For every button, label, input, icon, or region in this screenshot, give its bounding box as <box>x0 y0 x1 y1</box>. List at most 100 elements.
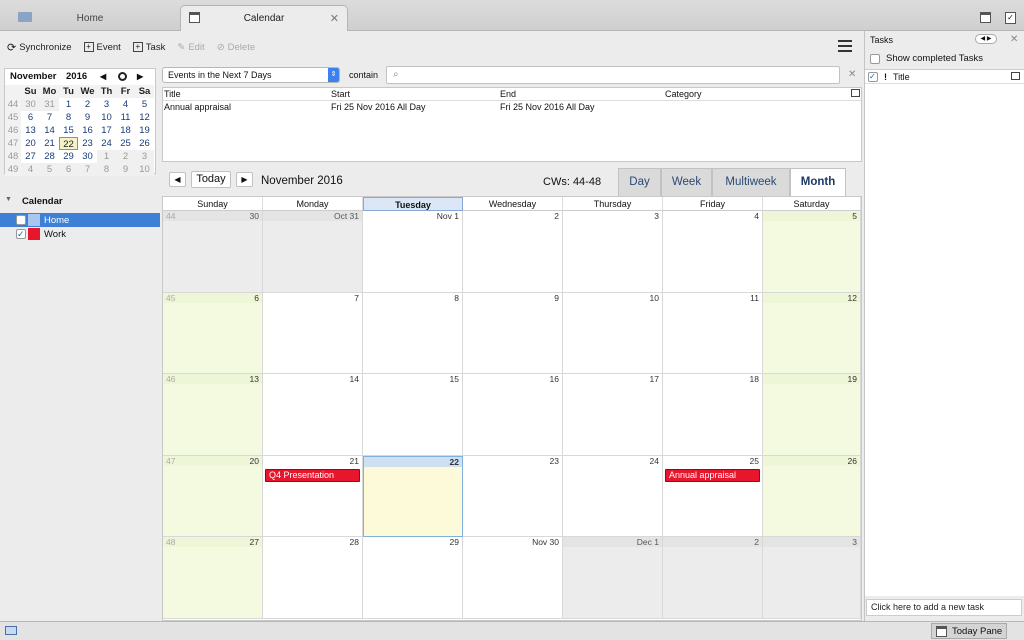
tab-multiweek[interactable]: Multiweek <box>712 168 790 196</box>
clear-search-icon[interactable]: ✕ <box>848 69 856 80</box>
today-pane-button[interactable]: Today Pane <box>931 623 1007 639</box>
mini-month-day[interactable]: 30 <box>78 150 97 163</box>
menu-icon[interactable] <box>838 40 852 52</box>
mini-month-day[interactable]: 4 <box>21 163 40 176</box>
mini-month-day[interactable]: 4 <box>116 98 135 111</box>
priority-column-icon[interactable]: ! <box>884 72 887 82</box>
day-cell[interactable]: 5 <box>763 211 861 293</box>
day-cell[interactable]: Oct 31 <box>263 211 363 293</box>
mini-month-day[interactable]: 6 <box>59 163 78 176</box>
tab-day[interactable]: Day <box>618 168 661 196</box>
day-cell[interactable]: 4 <box>663 211 763 293</box>
mini-month-day[interactable]: 3 <box>97 98 116 111</box>
next-month-icon[interactable]: ▶ <box>137 72 143 81</box>
mini-month-day[interactable]: 9 <box>116 163 135 176</box>
event-search-input[interactable]: ⌕ <box>386 66 840 84</box>
mini-month-day[interactable]: 29 <box>59 150 78 163</box>
mini-month-day[interactable]: 7 <box>78 163 97 176</box>
mini-month-day[interactable]: 27 <box>21 150 40 163</box>
pane-switch-arrows-icon[interactable]: ◀ ▶ <box>975 34 997 44</box>
column-start[interactable]: Start <box>331 89 350 99</box>
day-cell[interactable]: 2 <box>463 211 563 293</box>
mini-month-day[interactable]: 15 <box>59 124 78 137</box>
day-cell[interactable]: 18 <box>663 374 763 456</box>
mini-month-day[interactable]: 12 <box>135 111 154 124</box>
mini-month-day[interactable]: 3 <box>135 150 154 163</box>
column-category[interactable]: Category <box>665 89 702 99</box>
mini-month-day[interactable]: 21 <box>40 137 59 150</box>
mini-month-day[interactable]: 18 <box>116 124 135 137</box>
day-cell[interactable]: 27 48 <box>163 537 263 619</box>
new-event-button[interactable]: + Event <box>83 42 121 53</box>
tab-week[interactable]: Week <box>661 168 712 196</box>
day-cell[interactable]: Dec 1 <box>563 537 663 619</box>
day-cell[interactable]: 19 <box>763 374 861 456</box>
event-list-row[interactable]: Annual appraisal Fri 25 Nov 2016 All Day… <box>163 101 861 115</box>
column-end[interactable]: End <box>500 89 516 99</box>
mini-month-day[interactable]: 2 <box>78 98 97 111</box>
calendar-item-home[interactable]: Home <box>0 213 160 227</box>
day-cell[interactable]: 7 <box>263 292 363 374</box>
column-picker-icon[interactable] <box>851 89 860 97</box>
mini-month-day[interactable]: 24 <box>97 137 116 150</box>
calendar-event[interactable]: Annual appraisal <box>665 468 760 482</box>
show-completed-checkbox[interactable] <box>870 53 880 64</box>
day-cell[interactable]: 25 Annual appraisal <box>663 455 763 537</box>
day-cell[interactable]: 14 <box>263 374 363 456</box>
day-cell[interactable]: 2 <box>663 537 763 619</box>
close-pane-icon[interactable]: ✕ <box>1010 34 1018 45</box>
calendar-section-header[interactable]: ▼ Calendar <box>5 196 63 207</box>
day-cell[interactable]: 20 47 <box>163 455 263 537</box>
mini-month-day[interactable]: 10 <box>97 111 116 124</box>
calendar-event[interactable]: Q4 Presentation <box>265 468 360 482</box>
day-cell[interactable]: 11 <box>663 292 763 374</box>
mini-month-day[interactable]: 8 <box>97 163 116 176</box>
today-circle-icon[interactable] <box>118 72 127 81</box>
mini-month-day[interactable]: 28 <box>40 150 59 163</box>
prev-month-icon[interactable]: ◀ <box>100 72 114 81</box>
mini-month-day[interactable]: 20 <box>21 137 40 150</box>
new-task-button[interactable]: + Task <box>132 42 165 53</box>
day-cell[interactable]: Nov 30 <box>463 537 563 619</box>
today-button[interactable]: Today <box>191 171 231 188</box>
day-cell[interactable]: 3 <box>763 537 861 619</box>
task-column-picker-icon[interactable] <box>1011 72 1020 80</box>
tab-home[interactable]: Home <box>0 5 180 31</box>
day-cell[interactable]: 26 <box>763 455 861 537</box>
day-cell[interactable]: 6 45 <box>163 292 263 374</box>
mini-month-day[interactable]: 26 <box>135 137 154 150</box>
completed-column-icon[interactable]: ✓ <box>868 71 878 82</box>
day-cell[interactable]: 9 <box>463 292 563 374</box>
calendar-home-checkbox[interactable] <box>16 215 26 225</box>
mini-month-day[interactable]: 13 <box>21 124 40 137</box>
mini-month-day[interactable]: 6 <box>21 111 40 124</box>
mini-month-day[interactable]: 22 <box>59 137 78 150</box>
tab-month[interactable]: Month <box>790 168 846 196</box>
tab-calendar[interactable]: Calendar ✕ <box>180 5 348 31</box>
day-cell[interactable]: 8 <box>363 292 463 374</box>
new-task-input[interactable]: Click here to add a new task <box>866 599 1022 616</box>
day-cell[interactable]: 17 <box>563 374 663 456</box>
day-cell[interactable]: 13 46 <box>163 374 263 456</box>
mini-month-day[interactable]: 9 <box>78 111 97 124</box>
mini-month-day[interactable]: 31 <box>40 98 59 111</box>
next-button[interactable]: ▶ <box>236 172 253 187</box>
mini-month-day[interactable]: 1 <box>97 150 116 163</box>
show-completed-toggle[interactable]: Show completed Tasks <box>870 53 983 64</box>
mini-month-day[interactable]: 2 <box>116 150 135 163</box>
column-title[interactable]: Title <box>164 89 181 99</box>
day-cell[interactable]: 28 <box>263 537 363 619</box>
mini-month-day[interactable]: 30 <box>21 98 40 111</box>
mini-month-day[interactable]: 11 <box>116 111 135 124</box>
mini-month-day[interactable]: 25 <box>116 137 135 150</box>
synchronize-button[interactable]: ⟳ Synchronize <box>7 41 72 54</box>
mini-month-day[interactable]: 7 <box>40 111 59 124</box>
day-cell[interactable]: 12 <box>763 292 861 374</box>
day-cell[interactable]: 3 <box>563 211 663 293</box>
day-cell[interactable]: 10 <box>563 292 663 374</box>
mini-month-day[interactable]: 10 <box>135 163 154 176</box>
delete-button[interactable]: ⊘ Delete <box>217 42 255 53</box>
previous-button[interactable]: ◀ <box>169 172 186 187</box>
mini-month-day[interactable]: 8 <box>59 111 78 124</box>
mini-month-day[interactable]: 5 <box>135 98 154 111</box>
